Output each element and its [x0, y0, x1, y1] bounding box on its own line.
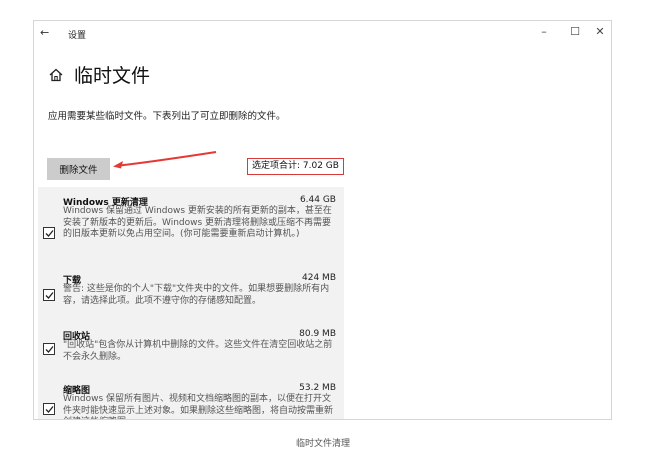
item-size: 6.44 GB [299, 195, 336, 205]
item-checkbox[interactable] [43, 403, 55, 415]
maximize-button[interactable]: ☐ [565, 25, 585, 38]
list-item-thumbnails: 缩略图 53.2 MB Windows 保留所有图片、视频和文档缩略图的副本，以… [38, 383, 344, 419]
list-item-windows-update-cleanup: Windows 更新清理 6.44 GB Windows 保留通过 Window… [38, 195, 344, 265]
minimize-button[interactable]: – [534, 25, 554, 38]
item-size: 53.2 MB [299, 383, 336, 393]
item-size: 80.9 MB [299, 329, 336, 339]
page-header: 临时文件 [48, 61, 150, 88]
temp-files-list: Windows 更新清理 6.44 GB Windows 保留通过 Window… [38, 187, 344, 419]
selected-total-label: 选定项合计: 7.02 GB [247, 158, 344, 175]
item-description: "回收站"包含你从计算机中删除的文件。这些文件在清空回收站之前不会永久删除。 [63, 340, 333, 362]
title-bar: ← 设置 – ☐ ✕ [34, 21, 611, 47]
page-title: 临时文件 [74, 65, 151, 87]
back-button[interactable]: ← [40, 26, 49, 39]
checkmark-icon [45, 405, 54, 413]
checkmark-icon [45, 229, 54, 237]
item-description: Windows 保留所有图片、视频和文档缩略图的副本，以便在打开文件夹时能快速显… [63, 394, 334, 419]
close-button[interactable]: ✕ [590, 25, 610, 38]
checkmark-icon [45, 345, 54, 353]
list-item-recycle-bin: 回收站 80.9 MB "回收站"包含你从计算机中删除的文件。这些文件在清空回收… [38, 329, 344, 375]
item-checkbox[interactable] [43, 289, 55, 301]
home-icon [49, 68, 63, 81]
list-item-downloads: 下载 424 MB 警告: 这些是你的个人"下载"文件夹中的文件。如果想要删除所… [38, 273, 344, 319]
item-size: 424 MB [302, 273, 336, 283]
arrow-icon [113, 151, 217, 169]
item-checkbox[interactable] [43, 227, 55, 239]
image-caption: 临时文件清理 [295, 439, 350, 449]
item-description: 警告: 这些是你的个人"下载"文件夹中的文件。如果想要删除所有内容，请选择此项。… [63, 284, 330, 306]
item-checkbox[interactable] [43, 343, 55, 355]
checkmark-icon [45, 291, 54, 299]
delete-files-button[interactable]: 删除文件 [47, 158, 110, 180]
item-description: Windows 保留通过 Windows 更新安装的所有更新的副本，甚至在安装了… [63, 206, 332, 239]
window-title: 设置 [68, 31, 87, 41]
settings-window: ← 设置 – ☐ ✕ 临时文件 应用需要某些临时文件。下表列出了可立即删除的文件… [33, 20, 612, 420]
page-description: 应用需要某些临时文件。下表列出了可立即删除的文件。 [48, 111, 286, 122]
